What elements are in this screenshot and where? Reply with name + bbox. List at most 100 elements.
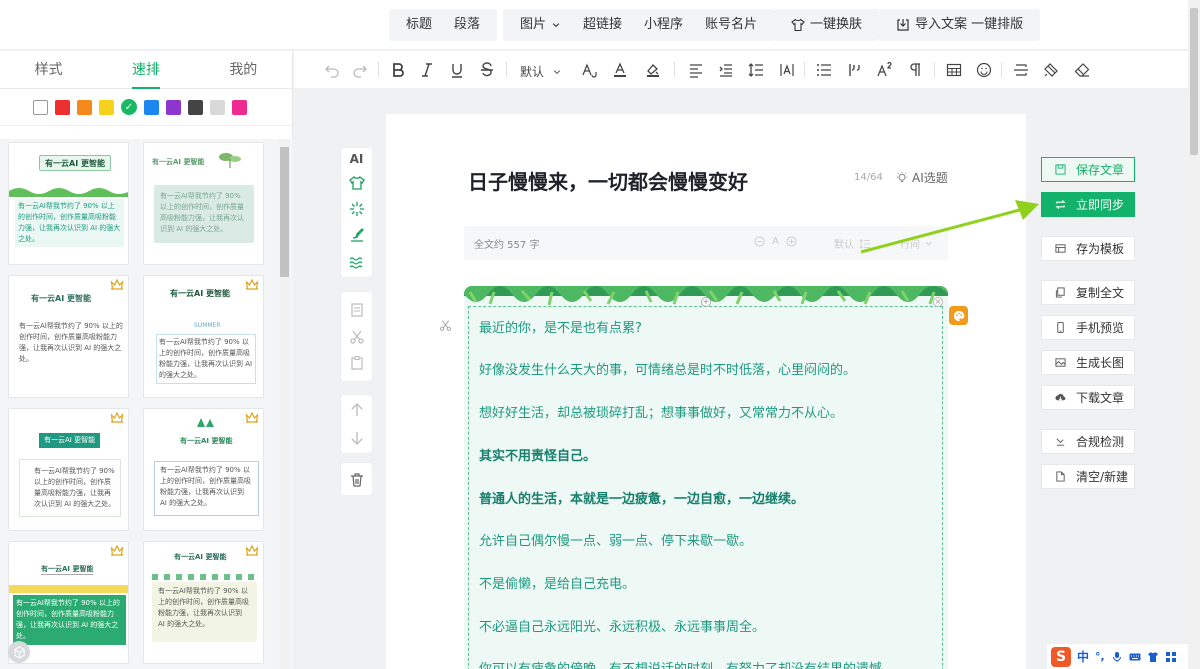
long-image-button[interactable]: 生成长图: [1041, 350, 1135, 375]
font-color-icon[interactable]: [612, 62, 628, 78]
heading-button[interactable]: 标题: [395, 9, 443, 41]
shirt-icon[interactable]: [1147, 651, 1159, 663]
shirt-icon[interactable]: [349, 175, 365, 191]
minus-circle-icon[interactable]: [754, 236, 765, 247]
redo-icon[interactable]: [352, 62, 368, 78]
color-swatch[interactable]: [55, 99, 70, 115]
color-swatch[interactable]: [166, 99, 181, 115]
font-select[interactable]: 默认: [520, 63, 562, 80]
align-icon[interactable]: [688, 62, 704, 78]
microphone-icon[interactable]: [1111, 651, 1123, 663]
clear-new-button[interactable]: 清空/新建: [1041, 464, 1135, 489]
color-swatch[interactable]: [144, 99, 159, 115]
brush-icon[interactable]: [349, 227, 365, 243]
page-scrollbar[interactable]: [1188, 0, 1200, 669]
sogou-icon[interactable]: S: [1051, 646, 1071, 667]
divider-icon[interactable]: [1013, 62, 1029, 78]
article-paragraph[interactable]: 其实不用责怪自己。: [479, 445, 596, 464]
template-card[interactable]: 有一云AI 更智能 有一云AI帮我节约了 90% 以上的创作时间，创作质量高吸粉…: [143, 142, 264, 265]
plus-circle-icon[interactable]: [786, 236, 797, 247]
mobile-preview-button[interactable]: 手机预览: [1041, 315, 1135, 340]
save-template-button[interactable]: 存为模板: [1041, 236, 1135, 261]
indent-icon[interactable]: [718, 62, 734, 78]
template-card[interactable]: 有一云AI 更智能 有一云AI帮我节约了 90% 以上的创作时间，创作质量高吸粉…: [8, 142, 129, 265]
underline-icon[interactable]: [449, 62, 465, 78]
one-click-skin-button[interactable]: 一键换肤: [780, 9, 873, 41]
template-card[interactable]: 有一云AI 更智能 有一云AI帮我节约了 90% 以上的创作时间，创作质量高吸粉…: [8, 275, 129, 398]
article-paragraph[interactable]: 不必逼自己永远阳光、永远积极、永远事事周全。: [479, 616, 765, 635]
arrow-up-icon[interactable]: [349, 402, 365, 418]
italic-icon[interactable]: [419, 62, 435, 78]
keyboard-icon[interactable]: [1129, 651, 1141, 663]
format-brush-icon[interactable]: [1043, 62, 1059, 78]
scrollbar-thumb[interactable]: [280, 147, 289, 277]
article-paragraph[interactable]: 允许自己偶尔慢一点、弱一点、停下来歇一歇。: [479, 530, 752, 549]
miniprogram-button[interactable]: 小程序: [633, 9, 694, 41]
color-swatch[interactable]: [99, 99, 114, 115]
color-swatch[interactable]: ✓: [121, 99, 137, 115]
scissors-icon[interactable]: [349, 329, 365, 345]
template-scrollbar[interactable]: [279, 139, 290, 669]
paragraph-icon[interactable]: [907, 62, 923, 78]
article-block[interactable]: + × 最近的你，是不是也有点累? 好像没发生什么天大的事，可情绪总是时不时低落，…: [464, 286, 948, 669]
image-button[interactable]: 图片: [509, 9, 572, 41]
color-swatch[interactable]: [33, 99, 48, 115]
trash-icon[interactable]: [349, 472, 365, 488]
emoji-icon[interactable]: [976, 62, 992, 78]
color-swatch[interactable]: [188, 99, 203, 115]
template-card[interactable]: 有一云AI 更智能 有一云AI帮我节约了 90% 以上的创作时间，创作质量高吸粉…: [143, 408, 264, 531]
tab-mine[interactable]: 我的: [195, 51, 292, 88]
undo-icon[interactable]: [324, 62, 340, 78]
grid-icon[interactable]: [1165, 651, 1177, 663]
account-card-button[interactable]: 账号名片: [694, 9, 768, 41]
superscript-icon[interactable]: [877, 62, 893, 78]
line-height-icon[interactable]: [748, 62, 764, 78]
tab-styles[interactable]: 样式: [0, 51, 97, 88]
import-text-button[interactable]: 导入文案 一键排版: [885, 9, 1034, 41]
quote-icon[interactable]: [847, 62, 863, 78]
article-paragraph[interactable]: 想好好生活，却总被琐碎打乱；想事事做好，又常常力不从心。: [479, 402, 843, 421]
article-paragraph[interactable]: 你可以有疲惫的傍晚，有不想说话的时刻，有努力了却没有结果的遗憾: [479, 658, 882, 669]
font-size-stepper[interactable]: A: [754, 236, 797, 247]
arrow-down-icon[interactable]: [349, 430, 365, 446]
color-swatch[interactable]: [210, 99, 225, 115]
ime-lang[interactable]: 中: [1077, 648, 1089, 665]
sparkle-icon[interactable]: [349, 201, 365, 217]
article-paragraph[interactable]: 最近的你，是不是也有点累?: [479, 317, 642, 336]
copy-all-button[interactable]: 复制全文: [1041, 280, 1135, 305]
color-swatch[interactable]: [232, 99, 247, 115]
tab-quick-layout[interactable]: 速排: [97, 51, 194, 89]
template-card[interactable]: 有一云AI 更智能 SUMMER 有一云AI帮我节约了 90% 以上的创作时间，…: [143, 275, 264, 398]
font-size-icon[interactable]: [582, 62, 598, 78]
waves-icon[interactable]: [349, 254, 365, 270]
compliance-check-button[interactable]: 合规检测: [1041, 429, 1135, 454]
sync-now-button[interactable]: 立即同步: [1041, 192, 1135, 217]
add-block-handle[interactable]: +: [701, 297, 711, 307]
list-icon[interactable]: [816, 62, 832, 78]
letter-spacing-icon[interactable]: [779, 62, 795, 78]
template-card[interactable]: 有一云AI 更智能 有一云AI帮我节约了 90% 以上的创作时间，创作质量高吸粉…: [8, 408, 129, 531]
article-paragraph[interactable]: 好像没发生什么天大的事，可情绪总是时不时低落，心里闷闷的。: [479, 359, 856, 378]
close-icon[interactable]: ×: [933, 297, 943, 307]
article-paragraph[interactable]: 普通人的生活，本就是一边疲惫，一边自愈，一边继续。: [479, 488, 804, 507]
ai-topic-button[interactable]: AI选题: [896, 169, 948, 186]
download-article-button[interactable]: 下载文章: [1041, 385, 1135, 410]
copy-icon[interactable]: [349, 302, 365, 318]
article-paragraph[interactable]: 不是偷懒，是给自己充电。: [479, 573, 635, 592]
paste-icon[interactable]: [349, 355, 365, 371]
bold-icon[interactable]: [390, 62, 406, 78]
hyperlink-button[interactable]: 超链接: [572, 9, 633, 41]
strikethrough-icon[interactable]: [479, 62, 495, 78]
eraser-icon[interactable]: [1074, 62, 1090, 78]
scissors-icon[interactable]: [439, 319, 452, 332]
save-article-button[interactable]: 保存文章: [1041, 157, 1135, 182]
ime-punct[interactable]: °,: [1095, 650, 1105, 663]
table-icon[interactable]: [946, 62, 962, 78]
page-scrollbar-thumb[interactable]: [1190, 8, 1198, 155]
article-title[interactable]: 日子慢慢来，一切都会慢慢变好: [468, 166, 748, 195]
palette-icon[interactable]: [949, 306, 968, 325]
color-swatch[interactable]: [77, 99, 92, 115]
highlight-icon[interactable]: [645, 62, 661, 78]
template-card[interactable]: 有一云AI 更智能 有一云AI帮我节约了 90% 以上的创作时间，创作质量高吸粉…: [143, 541, 264, 664]
cube-float-button[interactable]: [8, 641, 30, 663]
